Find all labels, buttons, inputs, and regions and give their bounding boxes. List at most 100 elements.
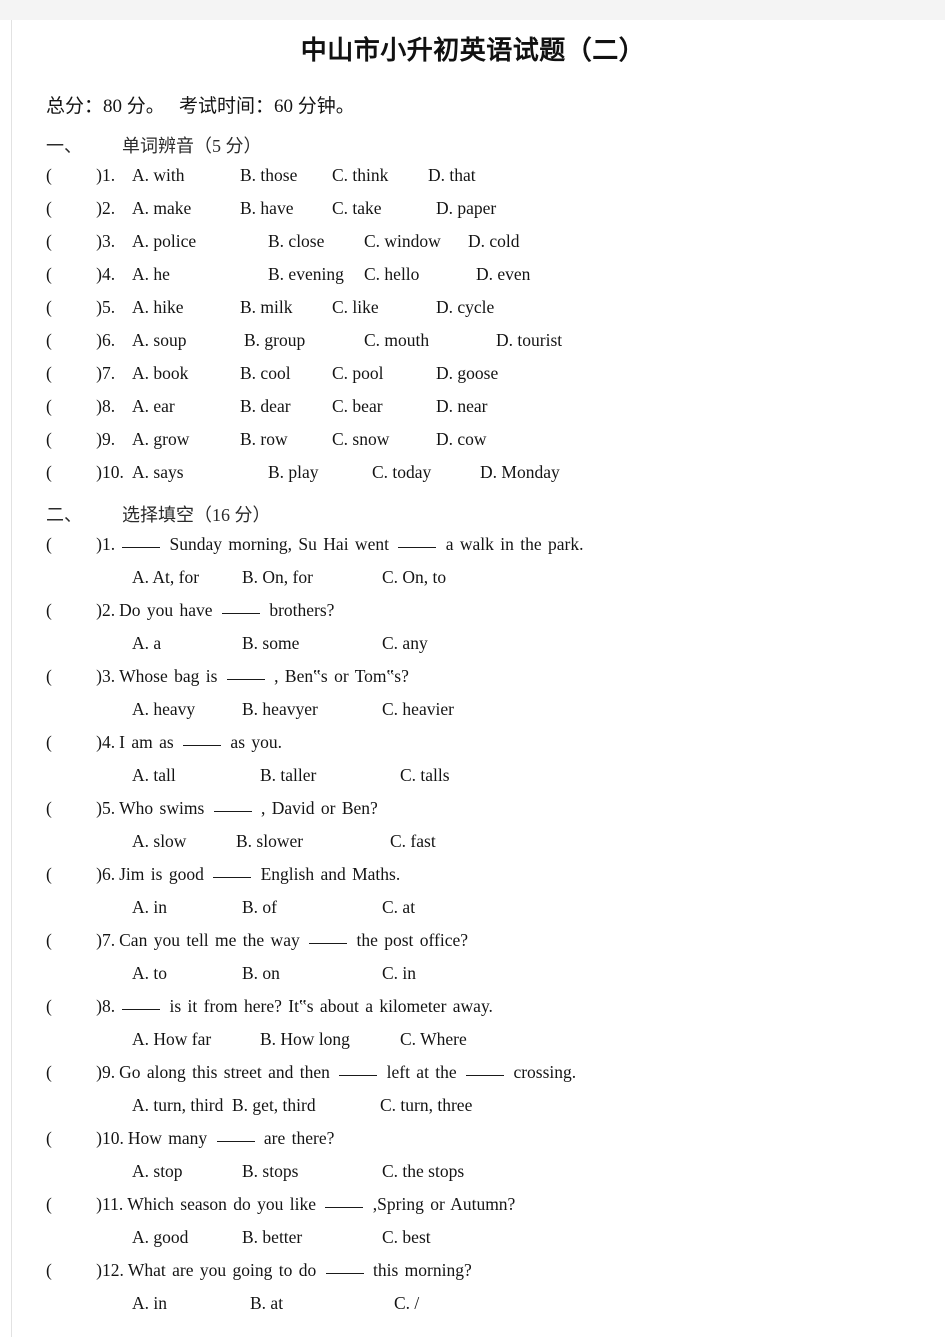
answer-option[interactable]: A. to [132, 957, 167, 990]
answer-blank[interactable] [226, 679, 265, 681]
answer-option[interactable]: A. tall [132, 759, 176, 792]
answer-bracket[interactable]: () [46, 726, 102, 759]
answer-blank[interactable] [398, 547, 437, 549]
answer-option[interactable]: B. group [244, 324, 305, 357]
answer-option[interactable]: C. in [382, 957, 416, 990]
answer-option[interactable]: A. soup [132, 324, 186, 357]
answer-option[interactable]: A. good [132, 1221, 188, 1254]
answer-bracket[interactable]: () [46, 192, 102, 225]
answer-option[interactable]: A. with [132, 159, 185, 192]
answer-blank[interactable] [213, 877, 252, 879]
answer-option[interactable]: B. dear [240, 390, 291, 423]
answer-option[interactable]: D. Monday [480, 456, 560, 489]
answer-option[interactable]: B. evening [268, 258, 344, 291]
answer-blank[interactable] [309, 943, 348, 945]
answer-bracket[interactable]: () [46, 159, 102, 192]
answer-bracket[interactable]: () [46, 324, 102, 357]
answer-option[interactable]: D. tourist [496, 324, 562, 357]
answer-option[interactable]: C. at [382, 891, 415, 924]
answer-option[interactable]: B. better [242, 1221, 302, 1254]
answer-option[interactable]: A. hike [132, 291, 184, 324]
answer-option[interactable]: A. make [132, 192, 191, 225]
answer-option[interactable]: B. have [240, 192, 293, 225]
answer-option[interactable]: A. he [132, 258, 170, 291]
answer-blank[interactable] [339, 1075, 378, 1077]
answer-option[interactable]: C. window [364, 225, 441, 258]
answer-option[interactable]: C. turn, three [380, 1089, 472, 1122]
answer-bracket[interactable]: () [46, 990, 102, 1023]
answer-bracket[interactable]: () [46, 1056, 102, 1089]
answer-option[interactable]: D. cycle [436, 291, 494, 324]
answer-option[interactable]: C. think [332, 159, 388, 192]
answer-option[interactable]: B. row [240, 423, 288, 456]
answer-option[interactable]: B. some [242, 627, 299, 660]
answer-option[interactable]: B. of [242, 891, 277, 924]
answer-option[interactable]: B. close [268, 225, 324, 258]
answer-option[interactable]: B. stops [242, 1155, 298, 1188]
answer-option[interactable]: C. talls [400, 759, 450, 792]
answer-option[interactable]: C. Where [400, 1023, 467, 1056]
answer-option[interactable]: A. a [132, 627, 161, 660]
answer-option[interactable]: A. ear [132, 390, 175, 423]
answer-option[interactable]: B. at [250, 1287, 283, 1320]
answer-option[interactable]: D. cold [468, 225, 520, 258]
answer-option[interactable]: B. slower [236, 825, 303, 858]
answer-option[interactable]: C. like [332, 291, 379, 324]
answer-option[interactable]: A. says [132, 456, 184, 489]
answer-option[interactable]: D. cow [436, 423, 487, 456]
answer-option[interactable]: A. How far [132, 1023, 211, 1056]
answer-option[interactable]: B. How long [260, 1023, 350, 1056]
answer-bracket[interactable]: () [46, 390, 102, 423]
answer-bracket[interactable]: () [46, 660, 102, 693]
answer-bracket[interactable]: () [46, 357, 102, 390]
answer-option[interactable]: C. hello [364, 258, 419, 291]
answer-option[interactable]: B. cool [240, 357, 291, 390]
answer-bracket[interactable]: () [46, 423, 102, 456]
answer-option[interactable]: A. in [132, 1287, 167, 1320]
answer-option[interactable]: C. mouth [364, 324, 429, 357]
answer-option[interactable]: B. milk [240, 291, 293, 324]
answer-option[interactable]: B. taller [260, 759, 316, 792]
answer-blank[interactable] [221, 613, 260, 615]
answer-option[interactable]: B. get, third [232, 1089, 316, 1122]
answer-option[interactable]: C. snow [332, 423, 389, 456]
answer-blank[interactable] [216, 1141, 255, 1143]
answer-option[interactable]: C. best [382, 1221, 431, 1254]
answer-option[interactable]: A. turn, third [132, 1089, 223, 1122]
answer-blank[interactable] [325, 1273, 364, 1275]
answer-bracket[interactable]: () [46, 1122, 102, 1155]
answer-option[interactable]: B. play [268, 456, 319, 489]
answer-option[interactable]: A. grow [132, 423, 189, 456]
answer-option[interactable]: C. any [382, 627, 428, 660]
answer-option[interactable]: C. fast [390, 825, 436, 858]
answer-bracket[interactable]: () [46, 858, 102, 891]
answer-option[interactable]: C. bear [332, 390, 383, 423]
answer-blank[interactable] [466, 1075, 505, 1077]
answer-blank[interactable] [213, 811, 252, 813]
answer-option[interactable]: A. book [132, 357, 188, 390]
answer-option[interactable]: B. On, for [242, 561, 313, 594]
answer-option[interactable]: A. slow [132, 825, 186, 858]
answer-option[interactable]: A. stop [132, 1155, 183, 1188]
answer-blank[interactable] [325, 1207, 364, 1209]
answer-option[interactable]: C. pool [332, 357, 384, 390]
answer-option[interactable]: B. those [240, 159, 297, 192]
answer-bracket[interactable]: () [46, 225, 102, 258]
answer-bracket[interactable]: () [46, 258, 102, 291]
answer-bracket[interactable]: () [46, 1188, 102, 1221]
answer-option[interactable]: D. goose [436, 357, 498, 390]
answer-option[interactable]: C. / [394, 1287, 419, 1320]
answer-blank[interactable] [183, 745, 222, 747]
answer-blank[interactable] [122, 547, 161, 549]
answer-blank[interactable] [122, 1009, 161, 1011]
answer-bracket[interactable]: () [46, 594, 102, 627]
answer-option[interactable]: D. paper [436, 192, 496, 225]
answer-bracket[interactable]: () [46, 456, 102, 489]
answer-bracket[interactable]: () [46, 924, 102, 957]
answer-option[interactable]: B. on [242, 957, 280, 990]
answer-option[interactable]: C. take [332, 192, 382, 225]
answer-option[interactable]: B. heavyer [242, 693, 318, 726]
answer-option[interactable]: A. in [132, 891, 167, 924]
answer-bracket[interactable]: () [46, 291, 102, 324]
answer-option[interactable]: A. police [132, 225, 196, 258]
